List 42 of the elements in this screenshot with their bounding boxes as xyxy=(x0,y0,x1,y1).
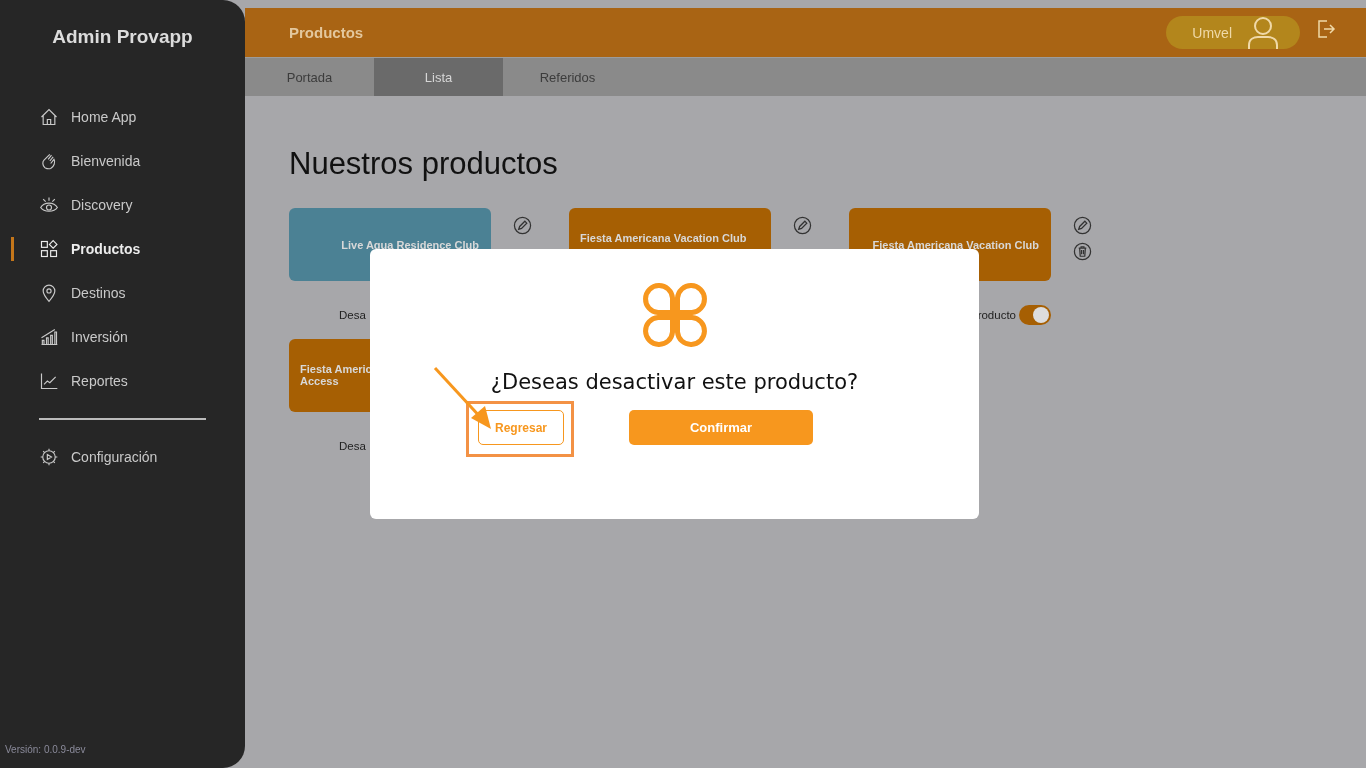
user-name: Umvel xyxy=(1192,24,1232,41)
pencil-icon[interactable] xyxy=(513,216,532,235)
toggle-switch[interactable] xyxy=(1019,305,1051,325)
grid-icon xyxy=(39,239,59,259)
confirm-button[interactable]: Confirmar xyxy=(629,410,813,445)
product-name: Live Aqua Residence Club xyxy=(341,238,479,251)
sidebar-item[interactable]: Inversión xyxy=(0,322,245,352)
tab[interactable]: Lista xyxy=(374,58,503,96)
sidebar-item[interactable]: Home App xyxy=(0,102,245,132)
tab[interactable]: Portada xyxy=(245,58,374,96)
pencil-icon[interactable] xyxy=(1073,216,1092,235)
page-title: Nuestros productos xyxy=(289,146,559,182)
trash-icon[interactable] xyxy=(1073,242,1092,261)
toggle-label: Desa xyxy=(339,440,366,452)
version-label: Versión: 0.0.9-dev xyxy=(4,744,87,757)
sidebar-item[interactable]: Bienvenida xyxy=(0,146,245,176)
back-button[interactable]: Regresar xyxy=(478,410,564,445)
house-icon xyxy=(39,107,59,127)
sidebar-item[interactable]: Productos xyxy=(0,234,245,264)
toggle-label: roducto xyxy=(977,309,1016,321)
toggle-label: Desa xyxy=(339,309,366,321)
sidebar-item[interactable]: Reportes xyxy=(0,366,245,396)
product-name: Fiesta Americ xyxy=(300,363,373,375)
bar-chart-icon xyxy=(39,327,59,347)
product-name: Fiesta Americana Vacation Club xyxy=(872,238,1039,251)
app-title: Admin Provapp xyxy=(51,25,194,49)
dialog-question: ¿Deseas desactivar este producto? xyxy=(490,370,859,394)
settings-item[interactable]: Configuración xyxy=(0,442,245,472)
gear-icon xyxy=(39,447,59,467)
sidebar-item[interactable]: Discovery xyxy=(0,190,245,220)
eye-icon xyxy=(39,195,59,215)
pencil-icon[interactable] xyxy=(793,216,812,235)
product-name: Fiesta Americana Vacation Club xyxy=(580,232,748,244)
sidebar-item[interactable]: Destinos xyxy=(0,278,245,308)
product-name: Access xyxy=(300,375,340,387)
header-title: Productos xyxy=(289,24,365,41)
user-menu[interactable]: Umvel xyxy=(1166,16,1300,49)
clover-logo-icon xyxy=(641,282,708,348)
user-icon xyxy=(1246,15,1280,50)
logout-icon[interactable] xyxy=(1316,18,1336,39)
line-chart-icon xyxy=(39,371,59,391)
tab[interactable]: Referidos xyxy=(503,58,632,96)
